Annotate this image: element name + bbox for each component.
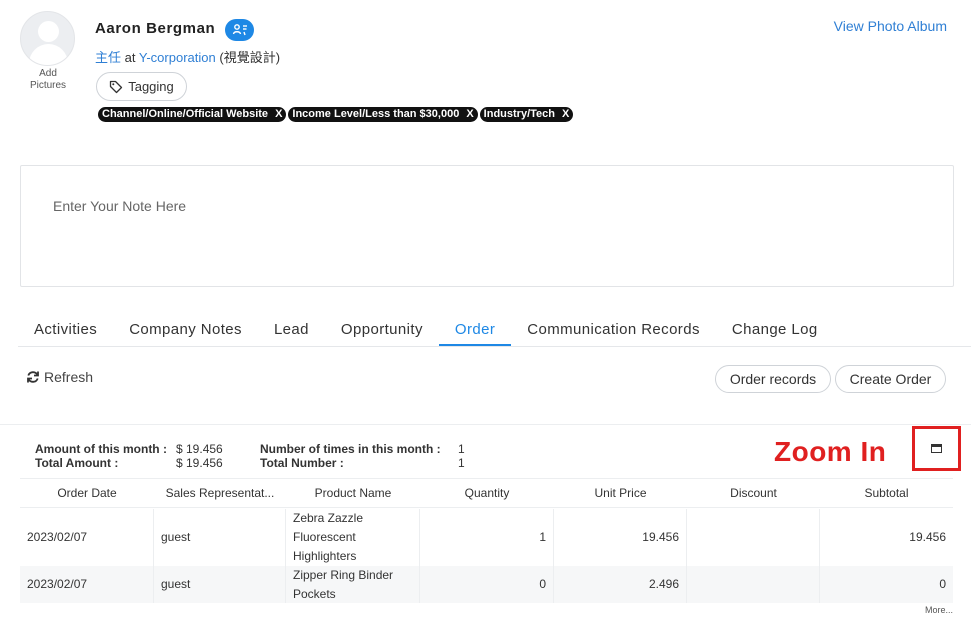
discount-cell (687, 509, 820, 566)
column-header[interactable]: Product Name (286, 486, 420, 500)
orders-table: Order Date Sales Representat... Product … (20, 478, 953, 603)
tab-bar: Activities Company Notes Lead Opportunit… (18, 312, 971, 347)
contact-card-glyph (232, 24, 247, 36)
amount-month-label: Amount of this month : (35, 442, 167, 456)
table-header: Order Date Sales Representat... Product … (20, 478, 953, 508)
tag-label: Income Level/Less than $30,000 (292, 108, 460, 120)
sales-rep-cell: guest (154, 566, 286, 603)
tag-label: Industry/Tech (483, 108, 555, 120)
refresh-button[interactable]: Refresh (26, 369, 93, 385)
subtotal-cell: 19.456 (909, 530, 946, 544)
remove-tag-button[interactable]: X (275, 108, 282, 120)
department-text: (視覺設計) (219, 50, 281, 65)
avatar-head-shape (38, 21, 59, 42)
tab-opportunity[interactable]: Opportunity (325, 312, 439, 346)
column-header[interactable]: Unit Price (554, 486, 687, 500)
tab-lead[interactable]: Lead (258, 312, 325, 346)
tag-chip: Income Level/Less than $30,000 X (288, 107, 478, 122)
section-divider (0, 424, 971, 425)
remove-tag-button[interactable]: X (562, 108, 569, 120)
tagging-label: Tagging (128, 79, 174, 94)
at-text: at (124, 50, 136, 65)
table-row[interactable]: 2023/02/07 guest Zipper Ring Binder Pock… (20, 566, 953, 603)
zoom-in-annotation: Zoom In (774, 436, 887, 467)
refresh-icon (27, 371, 39, 383)
unit-price-cell: 19.456 (554, 509, 687, 566)
count-summary: Number of times in this month : 1 Total … (260, 442, 465, 470)
tab-communication-records[interactable]: Communication Records (511, 312, 716, 346)
tag-icon (110, 80, 123, 93)
column-header[interactable]: Sales Representat... (154, 486, 286, 500)
product-name-cell: Zebra Zazzle Fluorescent Highlighters (286, 509, 420, 566)
order-date-cell: 2023/02/07 (20, 566, 154, 603)
quantity-cell: 0 (420, 566, 554, 603)
order-date-cell: 2023/02/07 (20, 509, 154, 566)
table-row[interactable]: 2023/02/07 guest Zebra Zazzle Fluorescen… (20, 509, 953, 566)
column-header[interactable]: Order Date (20, 486, 154, 500)
amount-summary: Amount of this month : $ 19.456 Total Am… (35, 442, 223, 470)
tag-list: Channel/Online/Official Website X Income… (98, 107, 574, 122)
times-month-label: Number of times in this month : (260, 442, 441, 456)
total-number-label: Total Number : (260, 456, 344, 470)
column-header[interactable]: Subtotal (820, 486, 953, 500)
add-pictures-label[interactable]: Add Pictures (20, 68, 76, 92)
tab-order[interactable]: Order (438, 312, 512, 346)
total-number-value: 1 (458, 456, 465, 470)
note-input[interactable] (21, 166, 953, 286)
job-title[interactable]: 主任 (95, 50, 121, 65)
quantity-cell: 1 (420, 509, 554, 566)
tab-change-log[interactable]: Change Log (716, 312, 834, 346)
create-order-button[interactable]: Create Order (835, 365, 946, 393)
order-records-button[interactable]: Order records (715, 365, 831, 393)
tag-chip: Industry/Tech X (479, 107, 574, 122)
contact-name: Aaron Bergman (95, 20, 216, 37)
tag-chip: Channel/Online/Official Website X (98, 107, 287, 122)
column-header[interactable]: Discount (687, 486, 820, 500)
tag-label: Channel/Online/Official Website (102, 108, 269, 120)
times-month-value: 1 (458, 442, 465, 456)
tab-company-notes[interactable]: Company Notes (113, 312, 258, 346)
contact-card-icon[interactable] (225, 19, 254, 41)
column-header[interactable]: Quantity (420, 486, 554, 500)
avatar-body-shape (29, 44, 68, 65)
remove-tag-button[interactable]: X (466, 108, 473, 120)
product-name-cell: Zipper Ring Binder Pockets (286, 566, 420, 603)
total-amount-label: Total Amount : (35, 456, 119, 470)
sales-rep-cell: guest (154, 509, 286, 566)
more-link[interactable]: More... (925, 605, 953, 615)
company-link[interactable]: Y-corporation (139, 50, 216, 65)
maximize-window-icon (931, 444, 942, 453)
view-photo-album-link[interactable]: View Photo Album (834, 18, 947, 34)
unit-price-cell: 2.496 (554, 566, 687, 603)
tagging-button[interactable]: Tagging (96, 72, 187, 101)
avatar[interactable] (20, 11, 75, 66)
avatar-upload[interactable]: Add Pictures (20, 11, 76, 92)
contact-subtitle: 主任 at Y-corporation (視覺設計) (95, 47, 280, 66)
note-box (20, 165, 954, 287)
amount-month-value: $ 19.456 (176, 442, 223, 456)
tab-activities[interactable]: Activities (18, 312, 113, 346)
maximize-button[interactable] (912, 426, 961, 471)
total-amount-value: $ 19.456 (176, 456, 223, 470)
discount-cell (687, 566, 820, 603)
subtotal-cell: 0 (939, 577, 946, 591)
refresh-label: Refresh (44, 369, 94, 385)
